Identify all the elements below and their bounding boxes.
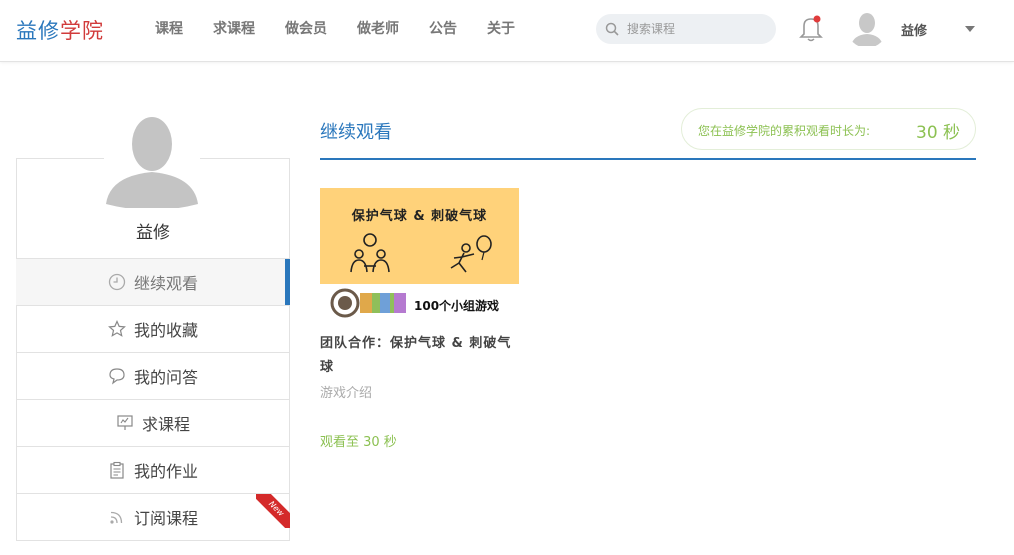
logo-part2: 学院 xyxy=(60,19,104,43)
search-icon xyxy=(605,22,619,36)
site-logo[interactable]: 益修学院 xyxy=(16,15,104,45)
sidebar-item-label: 继续观看 xyxy=(133,274,198,293)
people-protecting-balloon-icon xyxy=(350,233,390,273)
nav-membership[interactable]: 做会员 xyxy=(285,0,327,62)
chat-icon xyxy=(109,368,125,385)
header-username[interactable]: 益修 xyxy=(901,20,927,39)
course-category[interactable]: 游戏介绍 xyxy=(320,382,519,401)
section-divider xyxy=(320,158,976,160)
profile-name: 益修 xyxy=(136,223,170,243)
user-avatar[interactable] xyxy=(847,8,887,48)
watch-time-label: 您在益修学院的累积观看时长为: xyxy=(698,124,871,138)
watch-time-value: 30 秒 xyxy=(916,123,961,143)
logo-part1: 益修 xyxy=(16,19,60,43)
section-title: 继续观看 xyxy=(320,122,392,143)
sidebar-item-label: 我的作业 xyxy=(133,462,198,481)
clock-icon xyxy=(108,273,126,291)
sidebar-item-continue-watching[interactable]: 继续观看 xyxy=(16,258,290,306)
sidebar-item-request-course[interactable]: 求课程 xyxy=(16,399,290,446)
sidebar-item-label: 我的收藏 xyxy=(133,321,198,340)
watch-time-pill: 您在益修学院的累积观看时长为: 30 秒 xyxy=(681,108,976,150)
sidebar-menu: 继续观看 我的收藏 我的问答 求课程 我的作业 订阅课程 New xyxy=(16,258,290,540)
new-badge: New xyxy=(256,494,290,528)
thumbnail-title: 保护气球 & 刺破气球 xyxy=(351,209,488,224)
course-thumbnail[interactable]: 保护气球 & 刺破气球 100个小组游戏 xyxy=(320,188,519,322)
sidebar-item-label: 求课程 xyxy=(141,415,190,434)
nav-request-course[interactable]: 求课程 xyxy=(213,0,255,62)
nav-courses[interactable]: 课程 xyxy=(155,0,183,62)
notification-bell-icon[interactable] xyxy=(798,14,824,42)
sidebar-item-homework[interactable]: 我的作业 xyxy=(16,446,290,493)
sidebar-item-qa[interactable]: 我的问答 xyxy=(16,352,290,399)
course-progress: 观看至 30 秒 xyxy=(320,435,397,450)
course-card[interactable]: 保护气球 & 刺破气球 100个小组游戏 团队合作：保护气球 & 刺破气球 游戏… xyxy=(320,188,519,401)
profile-avatar xyxy=(104,108,200,208)
nav-announcements[interactable]: 公告 xyxy=(429,0,457,62)
clipboard-icon xyxy=(110,461,124,479)
person-popping-balloon-icon xyxy=(450,235,492,273)
search-box[interactable] xyxy=(596,14,776,44)
new-badge-label: New xyxy=(256,494,290,528)
nav-become-teacher[interactable]: 做老师 xyxy=(357,0,399,62)
rss-icon xyxy=(110,511,123,524)
star-icon xyxy=(108,320,126,337)
sidebar-item-subscriptions[interactable]: 订阅课程 New xyxy=(16,493,290,540)
main-nav: 课程 求课程 做会员 做老师 公告 关于 xyxy=(140,0,530,62)
user-dropdown-caret-icon[interactable] xyxy=(965,26,975,32)
top-header: 益修学院 课程 求课程 做会员 做老师 公告 关于 益修 xyxy=(0,0,1014,62)
nav-about[interactable]: 关于 xyxy=(487,0,515,62)
course-title[interactable]: 团队合作：保护气球 & 刺破气球 xyxy=(320,332,519,380)
publisher-logo-icon xyxy=(330,288,406,318)
thumbnail-subtitle: 100个小组游戏 xyxy=(414,299,500,313)
sidebar-item-label: 我的问答 xyxy=(133,368,198,387)
search-input[interactable] xyxy=(627,19,767,39)
presentation-icon xyxy=(117,415,133,430)
sidebar-item-favorites[interactable]: 我的收藏 xyxy=(16,305,290,352)
sidebar-item-label: 订阅课程 xyxy=(133,509,198,528)
